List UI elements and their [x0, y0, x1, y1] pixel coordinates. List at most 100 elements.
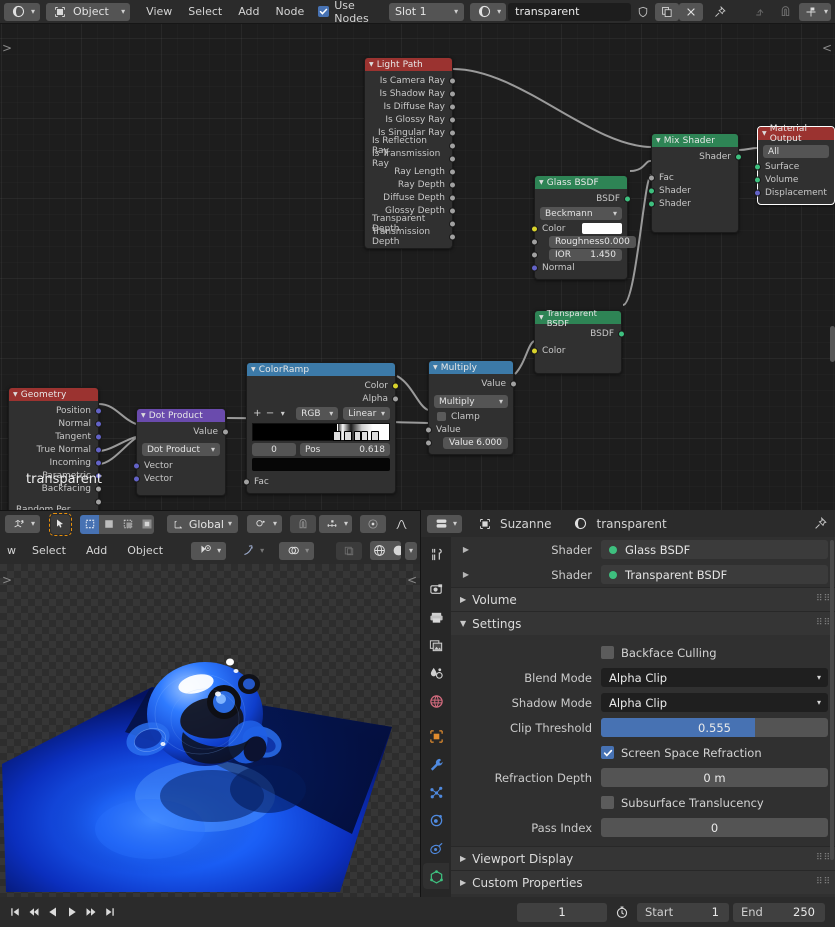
- node-editor-scrollbar[interactable]: [830, 326, 835, 362]
- view-layer-tab[interactable]: [423, 632, 449, 658]
- collapsed-triangle-icon[interactable]: ▶: [460, 854, 466, 863]
- drag-grip-icon[interactable]: ⠿⠿: [816, 854, 830, 863]
- properties-pin-button[interactable]: [811, 515, 829, 533]
- pin-button[interactable]: [707, 3, 733, 21]
- socket-icon[interactable]: [754, 163, 761, 170]
- vector-input-row[interactable]: Vector: [133, 459, 225, 472]
- menu-object-vp[interactable]: Object: [119, 542, 171, 560]
- fac-input-row[interactable]: Fac: [243, 475, 395, 488]
- roughness-slider[interactable]: Roughness 0.000: [549, 235, 636, 248]
- proportional-edit-button[interactable]: [359, 515, 386, 533]
- socket-icon[interactable]: [425, 426, 432, 433]
- node-header[interactable]: ▼ ColorRamp: [247, 363, 395, 376]
- socket-icon[interactable]: [95, 459, 102, 466]
- distribution-dropdown[interactable]: Beckmann ▾: [540, 207, 622, 220]
- gizmo-toggle[interactable]: ▾: [234, 542, 269, 560]
- checkbox-icon[interactable]: [601, 796, 614, 809]
- world-tab[interactable]: [423, 688, 449, 714]
- breadcrumb-object[interactable]: Suzanne: [476, 515, 551, 533]
- pivot-point-dropdown[interactable]: ▾: [246, 515, 282, 533]
- fac-input-row[interactable]: Fac: [648, 171, 738, 184]
- node-header[interactable]: ▼ Light Path: [365, 58, 452, 71]
- proportional-falloff-button[interactable]: [389, 515, 415, 533]
- socket-icon[interactable]: [449, 220, 456, 227]
- expand-triangle-icon[interactable]: ▶: [451, 570, 481, 579]
- scene-tab[interactable]: [423, 660, 449, 686]
- collapse-triangle-icon[interactable]: ▼: [656, 137, 661, 144]
- jump-to-start-button[interactable]: [6, 903, 23, 921]
- roughness-row[interactable]: Roughness 0.000: [531, 235, 636, 248]
- ior-slider[interactable]: IOR 1.450: [549, 248, 622, 261]
- particles-tab[interactable]: [423, 779, 449, 805]
- ramp-stop[interactable]: [361, 431, 369, 441]
- socket-icon[interactable]: [449, 103, 456, 110]
- value2-input-row[interactable]: Value 6.000: [425, 436, 513, 449]
- operation-dropdown[interactable]: Dot Product ▾: [142, 443, 220, 456]
- backface-culling-row[interactable]: Backface Culling: [451, 640, 835, 665]
- shader-value-field[interactable]: Transparent BSDF: [601, 565, 828, 584]
- socket-icon[interactable]: [425, 439, 432, 446]
- menu-view-vp[interactable]: w: [3, 542, 20, 560]
- jump-prev-keyframe-button[interactable]: [25, 903, 42, 921]
- socket-icon[interactable]: [531, 251, 538, 258]
- drag-grip-icon[interactable]: ⠿⠿: [816, 619, 830, 628]
- render-tab[interactable]: [423, 576, 449, 602]
- node-geometry[interactable]: ▼ Geometry Position Normal Tangent True …: [8, 387, 102, 510]
- checkbox-icon[interactable]: [601, 646, 614, 659]
- socket-icon[interactable]: [449, 77, 456, 84]
- transform-orientation-dropdown[interactable]: Global ▾: [166, 515, 238, 533]
- use-nodes-toggle[interactable]: Use Nodes: [318, 0, 377, 25]
- remove-stop-button[interactable]: −: [265, 408, 276, 419]
- xray-toggle[interactable]: [336, 541, 363, 560]
- expanded-triangle-icon[interactable]: ▼: [460, 619, 466, 628]
- output-socket-row[interactable]: Position: [9, 404, 102, 417]
- output-tab[interactable]: [423, 604, 449, 630]
- socket-icon[interactable]: [648, 200, 655, 207]
- snap-toggle-button[interactable]: [289, 515, 316, 533]
- 3d-viewport[interactable]: > <: [0, 564, 420, 897]
- node-header[interactable]: ▼ Dot Product: [137, 409, 225, 422]
- color-input-row[interactable]: Color: [531, 344, 621, 357]
- socket-icon[interactable]: [95, 407, 102, 414]
- socket-icon[interactable]: [392, 395, 399, 402]
- collapse-triangle-icon[interactable]: ▼: [539, 314, 544, 321]
- shader-input-row[interactable]: Shader: [648, 184, 738, 197]
- socket-icon[interactable]: [222, 428, 229, 435]
- shader-node-editor[interactable]: > < ▼ Light Path Is Camera Ray Is Shadow…: [0, 24, 835, 510]
- socket-icon[interactable]: [449, 155, 456, 162]
- shader-slot-row[interactable]: ▶ Shader Transparent BSDF: [451, 562, 835, 587]
- collapse-triangle-icon[interactable]: ▼: [141, 412, 146, 419]
- menu-add-vp[interactable]: Add: [78, 542, 115, 560]
- parent-button[interactable]: [747, 3, 773, 21]
- menu-node[interactable]: Node: [268, 3, 313, 21]
- shader-input-row[interactable]: Shader: [648, 197, 738, 210]
- add-stop-button[interactable]: +: [252, 408, 263, 419]
- tool-tab[interactable]: [423, 541, 449, 567]
- collapse-triangle-icon[interactable]: ▼: [369, 61, 374, 68]
- menu-add[interactable]: Add: [230, 3, 267, 21]
- properties-scrollbar[interactable]: [830, 540, 834, 860]
- node-transparent-bsdf[interactable]: ▼ Transparent BSDF BSDF Color: [531, 308, 625, 374]
- modifier-tab[interactable]: [423, 751, 449, 777]
- collapsed-triangle-icon[interactable]: ▶: [460, 595, 466, 604]
- ramp-stop[interactable]: [344, 431, 353, 441]
- drag-grip-icon[interactable]: ⠿⠿: [816, 878, 830, 887]
- socket-icon[interactable]: [449, 90, 456, 97]
- shader-value-field[interactable]: Glass BSDF: [601, 540, 828, 559]
- box-select-button[interactable]: [80, 514, 100, 534]
- shadow-mode-row[interactable]: Shadow Mode Alpha Clip ▾: [451, 690, 835, 715]
- refraction-depth-row[interactable]: Refraction Depth 0 m: [451, 765, 835, 790]
- jump-to-end-button[interactable]: [101, 903, 118, 921]
- output-socket-row[interactable]: Is Glossy Ray: [365, 113, 456, 126]
- output-socket-row[interactable]: Is Diffuse Ray: [365, 100, 456, 113]
- material-browse-button[interactable]: ▾: [470, 2, 507, 21]
- shading-options-dropdown[interactable]: ▾: [404, 541, 417, 560]
- socket-icon[interactable]: [133, 462, 140, 469]
- viewport-editor-type-selector[interactable]: ▾: [5, 515, 41, 533]
- blend-mode-dropdown[interactable]: Alpha Clip ▾: [601, 668, 828, 687]
- clamp-checkbox[interactable]: [437, 412, 446, 421]
- socket-icon[interactable]: [531, 264, 538, 271]
- node-header[interactable]: ▼ Transparent BSDF: [535, 308, 621, 328]
- play-button[interactable]: [63, 903, 80, 921]
- value-slider[interactable]: Value 6.000: [443, 436, 508, 449]
